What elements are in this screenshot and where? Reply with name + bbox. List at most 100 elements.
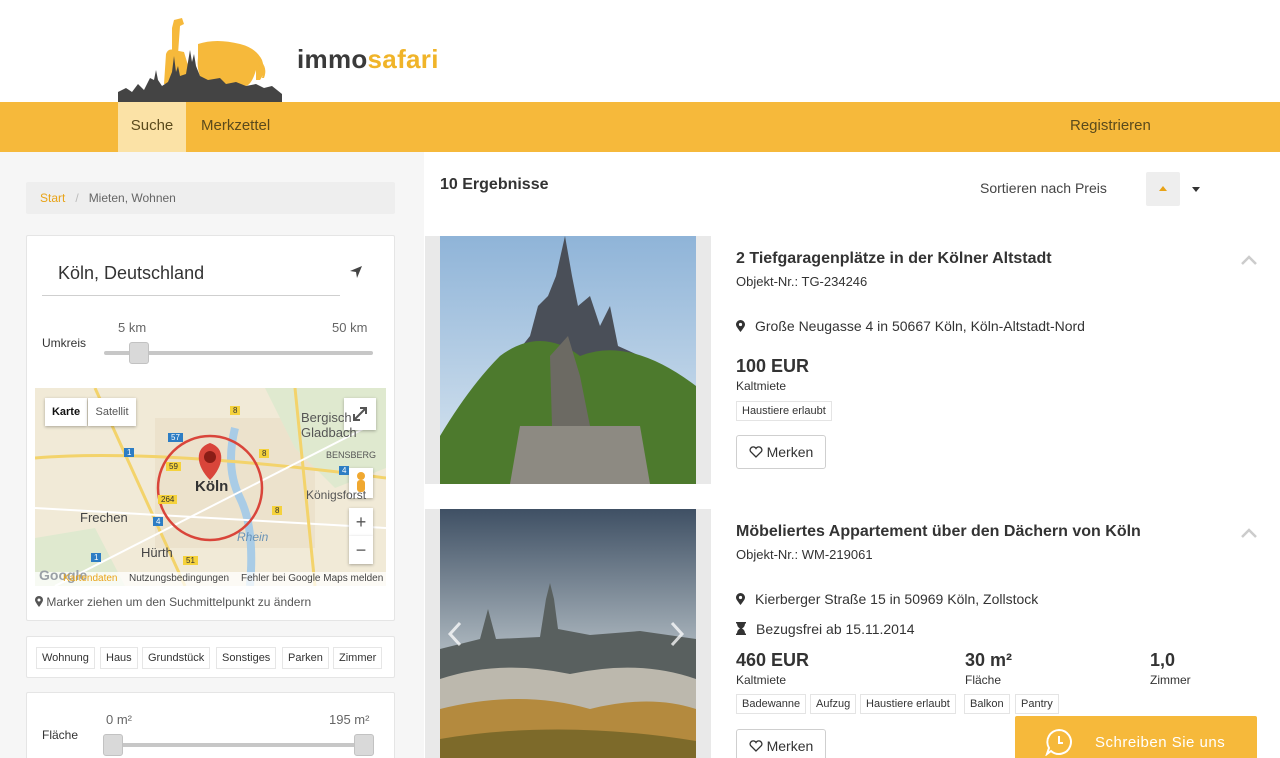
listing-area-label-2: Fläche [965, 673, 1002, 687]
nav-item-suche[interactable]: Suche [118, 102, 186, 152]
type-chip-grundstueck[interactable]: Grundstück [142, 647, 211, 669]
chat-bubble-icon [1045, 728, 1072, 756]
type-chip-zimmer[interactable]: Zimmer [333, 647, 383, 669]
map-label-huerth: Hürth [141, 545, 173, 560]
listing-price-1: 100 EUR [736, 356, 810, 376]
road-number-badge: 4 [153, 517, 164, 526]
road-number-badge: 8 [230, 406, 241, 415]
road-number-badge: 8 [272, 506, 283, 515]
sort-descending-button[interactable] [1186, 172, 1206, 206]
road-number-badge: 8 [259, 449, 270, 458]
listing-area-2: 30 m² [965, 650, 1013, 670]
map-type-map-button[interactable]: Karte [45, 398, 87, 426]
map-report-link[interactable]: Fehler bei Google Maps melden [241, 573, 383, 584]
feature-badge: Haustiere erlaubt [860, 694, 956, 714]
locate-arrow-icon[interactable] [348, 264, 364, 280]
brand-name[interactable]: immosafari [297, 44, 439, 75]
caret-up-icon [1159, 186, 1167, 191]
area-label: Fläche [42, 728, 79, 742]
map-marker-icon [736, 593, 745, 605]
brand-part-2: safari [367, 44, 439, 74]
listing-image-2[interactable] [425, 509, 711, 758]
zoom-in-button[interactable]: + [349, 508, 373, 536]
chevron-up-icon[interactable] [1240, 254, 1258, 266]
logo-icon[interactable] [116, 14, 286, 102]
type-chip-haus[interactable]: Haus [100, 647, 138, 669]
map-marker-icon [736, 320, 745, 332]
site-header: immosafari [0, 0, 1280, 102]
main-navigation: Suche Merkzettel Registrieren [0, 102, 1280, 152]
listing-price-label-2: Kaltmiete [736, 673, 787, 687]
map-hint: Marker ziehen um den Suchmittelpunkt zu … [35, 595, 311, 609]
map-data-link[interactable]: Kartendaten [63, 573, 118, 584]
type-chip-wohnung[interactable]: Wohnung [36, 647, 95, 669]
listing-address-1: Große Neugasse 4 in 50667 Köln, Köln-Alt… [736, 318, 1085, 334]
map-label-koenigsforst: Königsforst [306, 488, 367, 502]
area-slider-track[interactable] [104, 743, 373, 747]
radius-label: Umkreis [42, 336, 86, 350]
hourglass-icon [736, 622, 746, 635]
brand-part-1: immo [297, 44, 368, 74]
feature-badge: Pantry [1015, 694, 1059, 714]
chat-widget-button[interactable]: Schreiben Sie uns [1015, 716, 1257, 758]
listing-title-2[interactable]: Möbeliertes Appartement über den Dächern… [736, 523, 1141, 541]
listing-image-1[interactable] [425, 236, 711, 484]
breadcrumb-start-link[interactable]: Start [40, 191, 65, 205]
listing-address-text-1: Große Neugasse 4 in 50667 Köln, Köln-Alt… [755, 318, 1085, 334]
feature-badge: Haustiere erlaubt [736, 401, 832, 421]
zoom-out-button[interactable]: − [349, 536, 373, 564]
area-min-label: 0 m² [106, 712, 132, 727]
carousel-next-icon[interactable] [669, 621, 685, 647]
map-label-city: Köln [195, 478, 229, 495]
merken-button-2[interactable]: Merken [736, 729, 826, 758]
map-label-bensberg: BENSBERG [326, 450, 377, 460]
map-pin-icon [35, 596, 43, 607]
listing-object-number-1: Objekt-Nr.: TG-234246 [736, 274, 868, 289]
carousel-prev-icon[interactable] [447, 621, 463, 647]
heart-icon [749, 446, 763, 458]
sort-ascending-button[interactable] [1146, 172, 1180, 206]
nav-item-merkzettel[interactable]: Merkzettel [187, 102, 284, 152]
feature-badge: Aufzug [810, 694, 857, 714]
results-count: 10 Ergebnisse [440, 176, 549, 193]
map-hint-text: Marker ziehen um den Suchmittelpunkt zu … [46, 595, 312, 609]
map[interactable]: Karte Satellit + − Köln Bergisch Gladbac… [35, 388, 386, 586]
road-number-badge: 1 [91, 553, 102, 562]
map-type-satellite-button[interactable]: Satellit [88, 398, 136, 426]
listing-availability-2: Bezugsfrei ab 15.11.2014 [736, 621, 915, 637]
feature-badge: Badewanne [736, 694, 807, 714]
merken-button-1[interactable]: Merken [736, 435, 826, 469]
register-link[interactable]: Registrieren [1056, 102, 1165, 152]
listing-price-2: 460 EUR [736, 650, 810, 670]
radius-slider-handle[interactable] [128, 342, 149, 364]
location-input[interactable]: Köln, Deutschland [42, 258, 340, 296]
listing-rooms-2: 1,0 [1150, 650, 1176, 670]
breadcrumb: Start / Mieten, Wohnen [26, 182, 395, 214]
feature-badge: Balkon [964, 694, 1010, 714]
listing-photo-cathedral [440, 236, 696, 484]
listing-availability-text-2: Bezugsfrei ab 15.11.2014 [756, 621, 915, 637]
radius-min-label: 5 km [118, 320, 147, 335]
road-number-badge: 1 [124, 448, 135, 457]
breadcrumb-separator: / [75, 191, 79, 205]
chevron-up-icon[interactable] [1240, 527, 1258, 539]
listing-photo-skyline [440, 509, 696, 758]
type-chip-sonstiges[interactable]: Sonstiges [216, 647, 277, 669]
listing-title-1[interactable]: 2 Tiefgaragenplätze in der Kölner Altsta… [736, 250, 1052, 268]
road-number-badge: 4 [339, 466, 350, 475]
area-slider-min-handle[interactable] [103, 734, 123, 756]
chat-widget-label: Schreiben Sie uns [1095, 734, 1226, 751]
type-chip-parken[interactable]: Parken [282, 647, 329, 669]
area-slider-max-handle[interactable] [354, 734, 374, 756]
listing-address-text-2: Kierberger Straße 15 in 50969 Köln, Zoll… [755, 591, 1039, 607]
map-label-bergisch-gladbach: Bergisch Gladbach [301, 410, 357, 440]
road-number-badge: 264 [158, 495, 178, 504]
map-terms-link[interactable]: Nutzungsbedingungen [129, 573, 229, 584]
listing-rooms-label-2: Zimmer [1150, 673, 1191, 687]
merken-label-2: Merken [766, 738, 814, 754]
listing-price-label-1: Kaltmiete [736, 379, 787, 393]
caret-down-icon [1192, 187, 1200, 192]
heart-icon [749, 740, 763, 752]
sort-label: Sortieren nach Preis [980, 180, 1107, 196]
road-number-badge: 57 [168, 433, 183, 442]
